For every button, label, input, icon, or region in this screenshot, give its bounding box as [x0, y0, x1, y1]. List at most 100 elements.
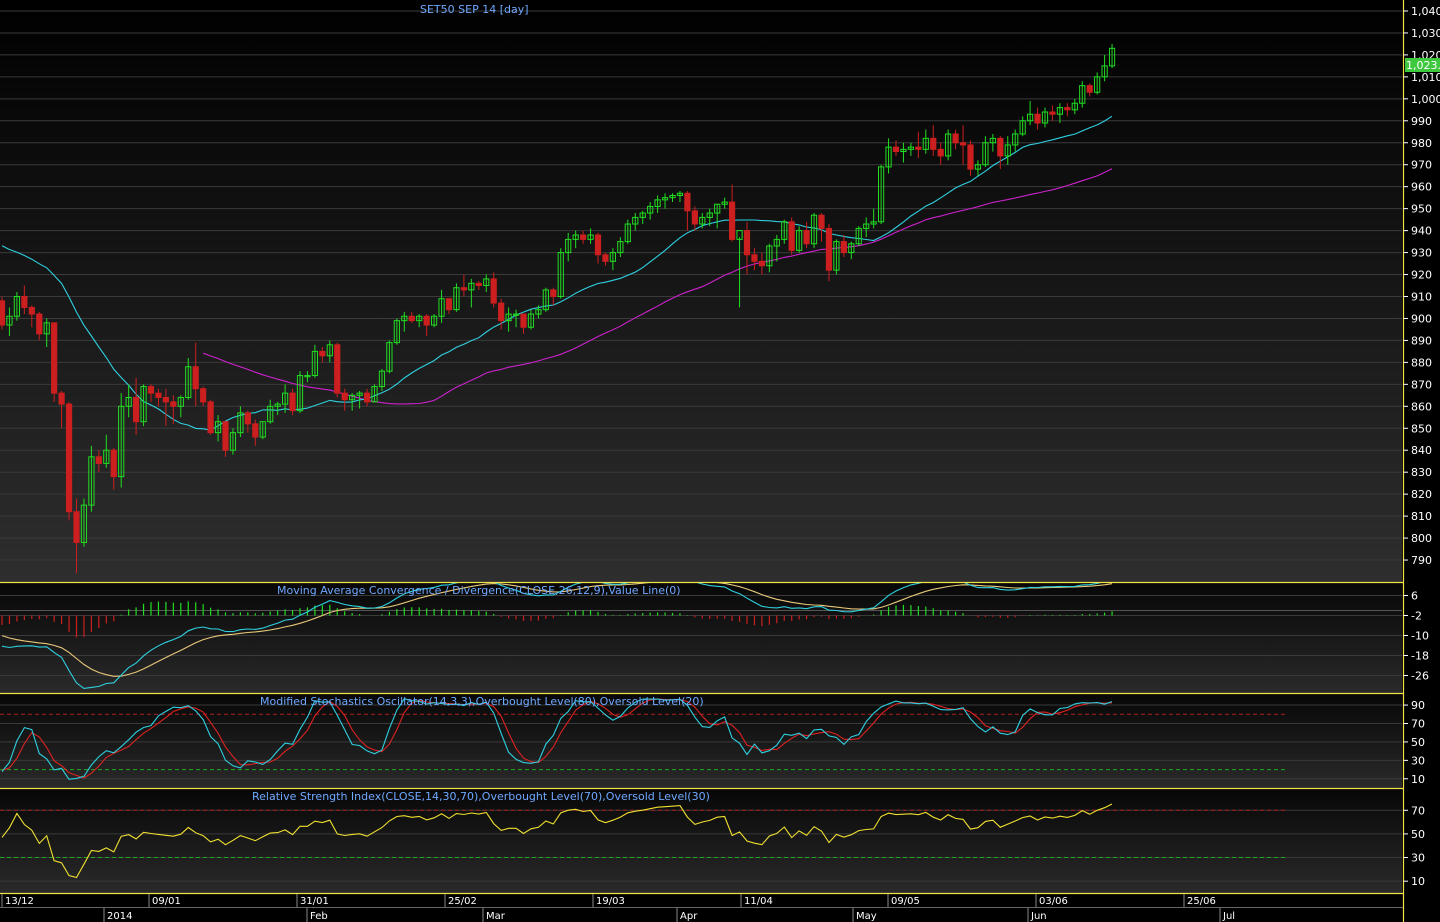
candle-body: [319, 350, 326, 357]
chart-canvas[interactable]: SET50 SEP 14 [day] Moving Average Conver…: [0, 0, 1440, 922]
price-tick-label: 880: [1411, 356, 1432, 369]
candle-body: [930, 137, 937, 150]
price-tick-label: 990: [1411, 115, 1432, 128]
candle-body: [155, 392, 162, 399]
candle-body: [684, 192, 691, 212]
candle-body: [1086, 85, 1093, 93]
month-label: Feb: [310, 911, 328, 922]
candle-body: [1049, 111, 1056, 115]
candle-body: [691, 210, 698, 225]
date-label: 31/01: [300, 896, 329, 907]
candle-body: [207, 401, 214, 434]
candle-body: [192, 366, 199, 390]
stoch-tick-label: 10: [1411, 773, 1425, 786]
candle-body: [602, 254, 609, 262]
macd-tick-label: -2: [1411, 610, 1422, 623]
month-label: Jul: [1222, 911, 1235, 922]
rsi-tick-label: 10: [1411, 875, 1425, 888]
macd-panel-title: Moving Average Convergence / Divergence(…: [277, 584, 681, 597]
month-label: Jun: [1030, 911, 1047, 922]
candle-body: [818, 214, 825, 229]
candle-body: [550, 289, 557, 297]
trading-chart[interactable]: SET50 SEP 14 [day] Moving Average Conver…: [0, 0, 1440, 922]
price-tick-label: 1,010: [1411, 71, 1440, 84]
date-label: 03/06: [1039, 896, 1068, 907]
price-tick-label: 790: [1411, 554, 1432, 567]
month-label: Apr: [680, 911, 698, 922]
candle-body: [65, 403, 73, 513]
date-label: 13/12: [5, 896, 34, 907]
candle-body: [21, 295, 28, 308]
candle-body: [594, 234, 602, 256]
macd-tick-label: 6: [1411, 590, 1418, 603]
candle-body: [959, 142, 967, 146]
candle-body: [803, 230, 810, 245]
candle-body: [460, 287, 467, 291]
candle-body: [200, 388, 207, 403]
date-label: 11/04: [744, 896, 773, 907]
date-label: 19/03: [596, 896, 625, 907]
rsi-tick-label: 50: [1411, 828, 1425, 841]
candle-body: [28, 306, 35, 315]
price-tick-label: 860: [1411, 400, 1432, 413]
candle: [207, 399, 214, 435]
price-tick-label: 920: [1411, 269, 1432, 282]
price-tick-label: 800: [1411, 532, 1432, 545]
candle-body: [341, 392, 348, 401]
candle-body: [252, 423, 259, 438]
price-tick-label: 830: [1411, 466, 1432, 479]
candle-body: [967, 144, 974, 170]
rsi-tick-label: 30: [1411, 852, 1425, 865]
month-label: Mar: [486, 911, 506, 922]
last-price-label: 1,023.: [1406, 59, 1440, 72]
price-panel-title: SET50 SEP 14 [day]: [420, 3, 529, 16]
candle-body: [758, 260, 765, 267]
price-tick-label: 980: [1411, 137, 1432, 150]
candle: [0, 296, 6, 330]
candle-body: [580, 234, 587, 240]
price-tick-label: 870: [1411, 378, 1432, 391]
candle-body: [751, 254, 758, 262]
candle: [788, 217, 795, 255]
macd-tick-label: -10: [1411, 630, 1429, 643]
stoch-panel-bg: [0, 694, 1402, 788]
candle-body: [58, 392, 65, 405]
candle-body: [915, 146, 922, 150]
month-label: 2014: [107, 911, 132, 922]
price-tick-label: 890: [1411, 334, 1432, 347]
stoch-tick-label: 50: [1411, 736, 1425, 749]
candle-body: [110, 449, 117, 478]
macd-tick-label: -26: [1411, 670, 1429, 683]
price-tick-label: 850: [1411, 422, 1432, 435]
date-label: 25/06: [1187, 896, 1216, 907]
candle-body: [788, 221, 795, 251]
candle-body: [73, 511, 80, 543]
price-tick-label: 960: [1411, 181, 1432, 194]
price-tick-label: 1,000: [1411, 93, 1440, 106]
month-label: May: [856, 911, 877, 922]
date-label: 09/05: [891, 896, 920, 907]
candle: [334, 342, 341, 398]
rsi-tick-label: 70: [1411, 804, 1425, 817]
candle-body: [937, 148, 944, 157]
candle: [289, 388, 296, 416]
rsi-panel-title: Relative Strength Index(CLOSE,14,30,70),…: [252, 790, 710, 803]
candle-body: [147, 386, 155, 394]
candle-body: [162, 397, 170, 403]
stoch-tick-label: 90: [1411, 699, 1425, 712]
price-tick-label: 970: [1411, 159, 1432, 172]
candle-body: [840, 241, 847, 254]
price-panel-bg: [0, 0, 1402, 582]
price-tick-label: 810: [1411, 510, 1432, 523]
date-label: 25/02: [448, 896, 477, 907]
candle-body: [244, 412, 251, 425]
price-tick-label: 1,040: [1411, 5, 1440, 18]
candle-body: [95, 456, 102, 464]
candle-body: [222, 421, 229, 451]
candle-body: [133, 397, 140, 423]
candle-body: [408, 315, 415, 322]
price-tick-label: 950: [1411, 203, 1432, 216]
candle-body: [892, 146, 900, 153]
stoch-tick-label: 30: [1411, 754, 1425, 767]
candle: [65, 401, 73, 521]
